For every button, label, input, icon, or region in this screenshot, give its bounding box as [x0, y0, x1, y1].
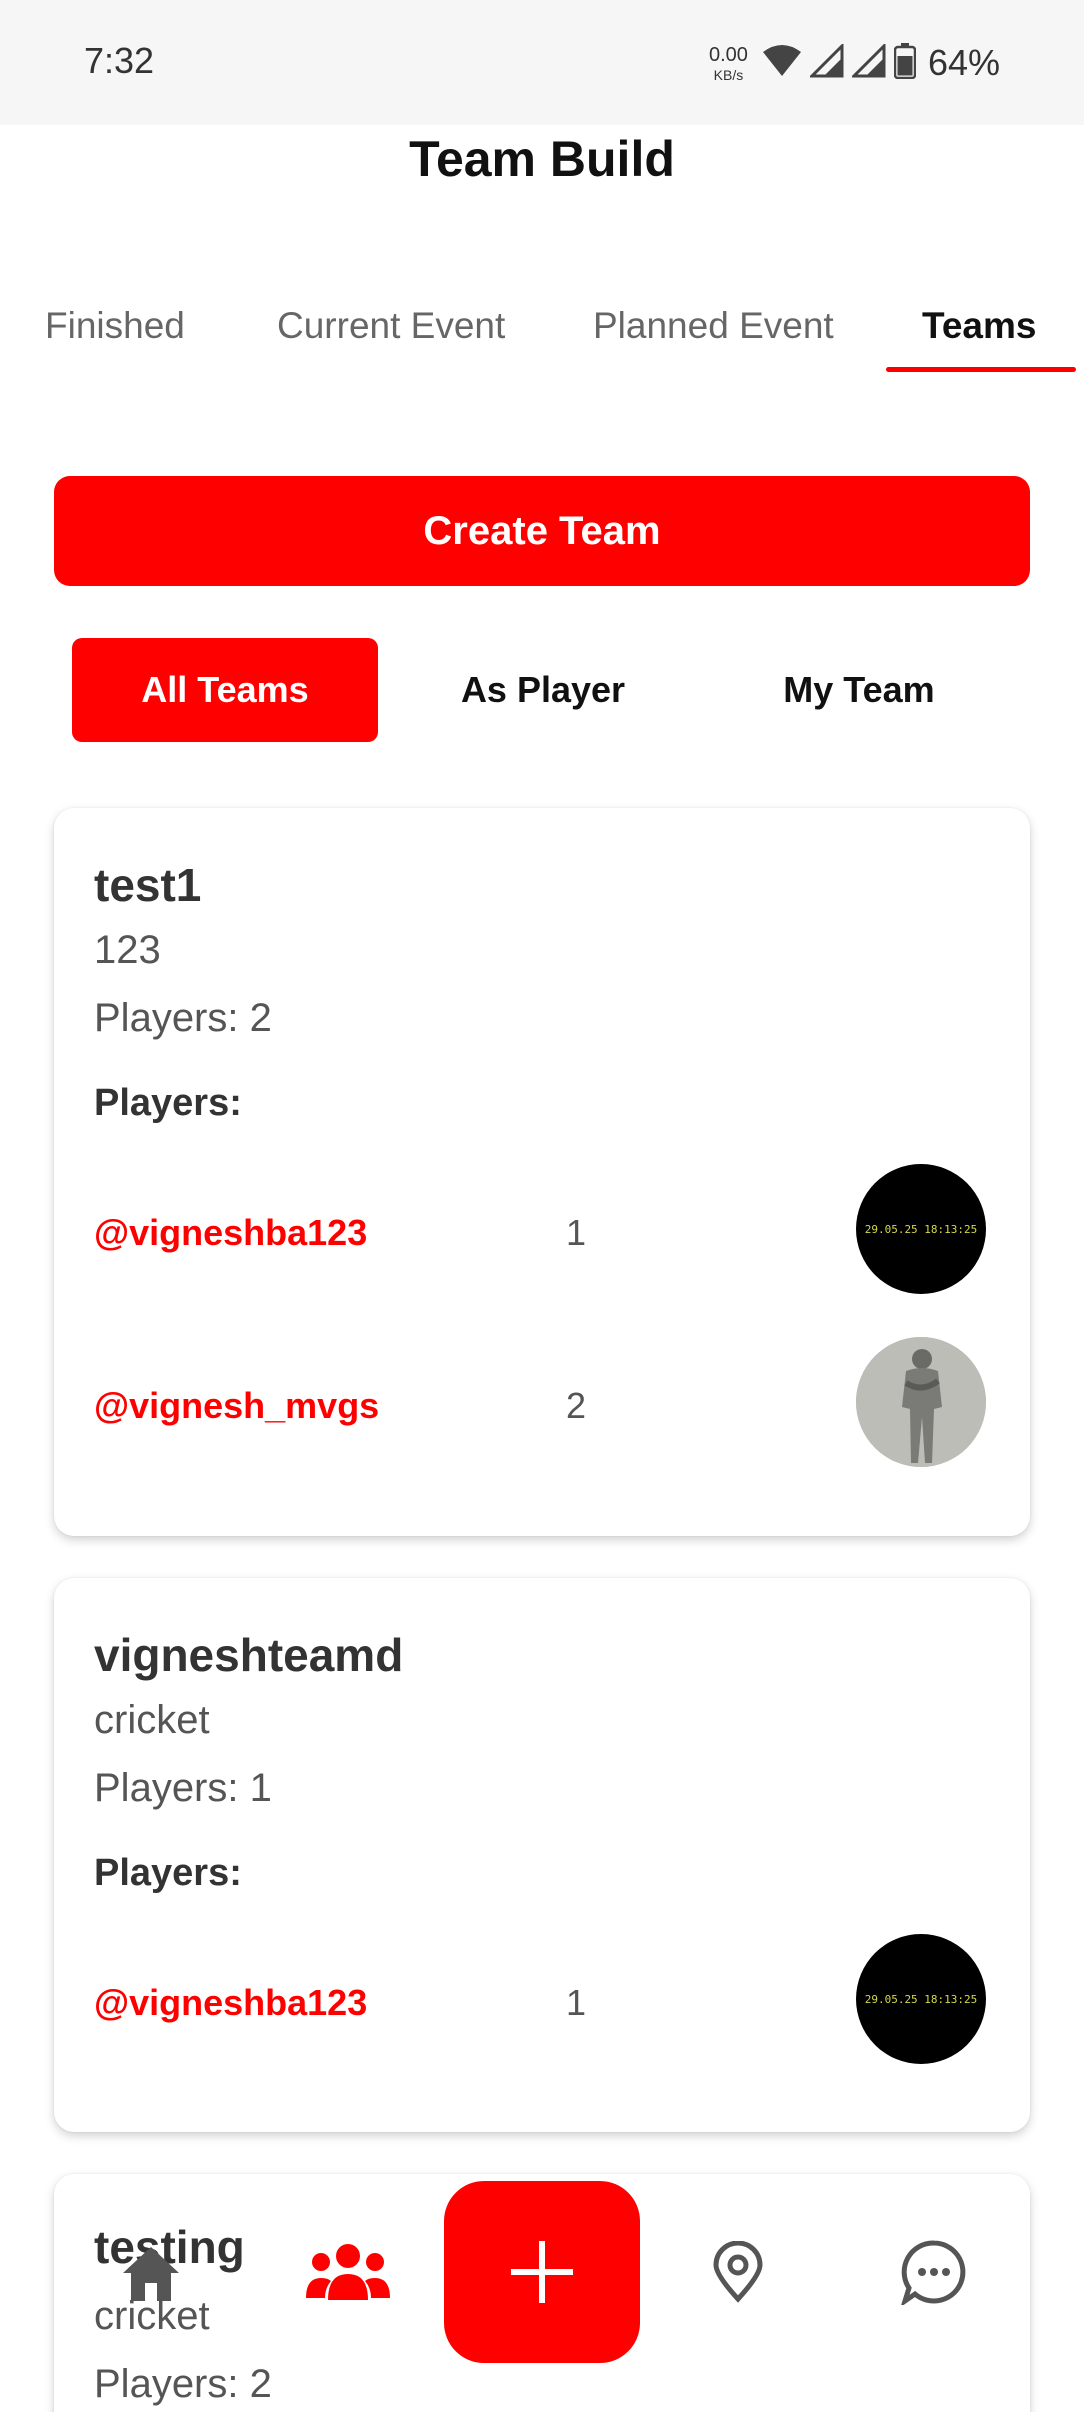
network-speed: 0.00 KB/s: [709, 45, 748, 82]
players-heading: Players:: [94, 1852, 242, 1894]
network-speed-value: 0.00: [709, 43, 748, 66]
tab-teams[interactable]: Teams: [922, 305, 1037, 347]
battery-percentage: 64%: [927, 42, 1000, 83]
location-icon[interactable]: [702, 2234, 774, 2310]
team-player-count: Players: 2: [94, 996, 272, 1040]
status-bar: 7:32 0.00 KB/s 64%: [0, 0, 1084, 125]
tab-current-event[interactable]: Current Event: [277, 305, 505, 347]
filter-my-team[interactable]: My Team: [706, 638, 1012, 742]
filter-as-player[interactable]: As Player: [390, 638, 696, 742]
team-description: 123: [94, 928, 161, 972]
avatar[interactable]: 29.05.25 18:13:25: [856, 1164, 986, 1294]
status-time: 7:32: [84, 40, 155, 81]
player-handle[interactable]: @vignesh_mvgs: [94, 1385, 379, 1427]
page-title: Team Build: [409, 131, 675, 187]
add-icon: [511, 2241, 573, 2303]
team-name: test1: [94, 859, 202, 911]
player-handle[interactable]: @vigneshba123: [94, 1212, 367, 1254]
avatar[interactable]: 29.05.25 18:13:25: [856, 1934, 986, 2064]
player-number: 1: [566, 1212, 587, 1253]
avatar-timestamp: 29.05.25 18:13:25: [864, 1222, 978, 1236]
home-icon[interactable]: [116, 2238, 186, 2308]
team-player-count: Players: 1: [94, 1766, 272, 1810]
team-card[interactable]: test1 123 Players: 2 Players: @vigneshba…: [54, 808, 1030, 1536]
player-number: 2: [566, 1385, 587, 1426]
signal-icon: [808, 41, 844, 83]
avatar[interactable]: [856, 1337, 986, 1467]
event-tabs: Finished Current Event Planned Event Tea…: [0, 295, 1084, 375]
chat-icon[interactable]: [896, 2234, 972, 2310]
status-icons: 0.00 KB/s 64%: [709, 38, 1000, 88]
active-tab-indicator: [886, 367, 1076, 372]
tab-planned-event[interactable]: Planned Event: [593, 305, 834, 347]
team-card[interactable]: vigneshteamd cricket Players: 1 Players:…: [54, 1578, 1030, 2132]
players-heading: Players:: [94, 1082, 242, 1124]
team-description: cricket: [94, 1698, 210, 1742]
player-handle[interactable]: @vigneshba123: [94, 1982, 367, 2024]
person-photo-icon: [856, 1337, 986, 1467]
team-name: vigneshteamd: [94, 1629, 404, 1681]
network-speed-unit: KB/s: [713, 66, 744, 83]
signal-icon-2: [850, 41, 886, 83]
filter-all-teams[interactable]: All Teams: [72, 638, 378, 742]
teams-icon[interactable]: [300, 2234, 396, 2310]
avatar-timestamp: 29.05.25 18:13:25: [864, 1992, 978, 2006]
tab-finished[interactable]: Finished: [45, 305, 185, 347]
player-number: 1: [566, 1982, 587, 2023]
battery-icon: [893, 42, 917, 84]
add-button[interactable]: [444, 2181, 640, 2363]
wifi-icon: [762, 44, 802, 83]
create-team-button[interactable]: Create Team: [54, 476, 1030, 586]
